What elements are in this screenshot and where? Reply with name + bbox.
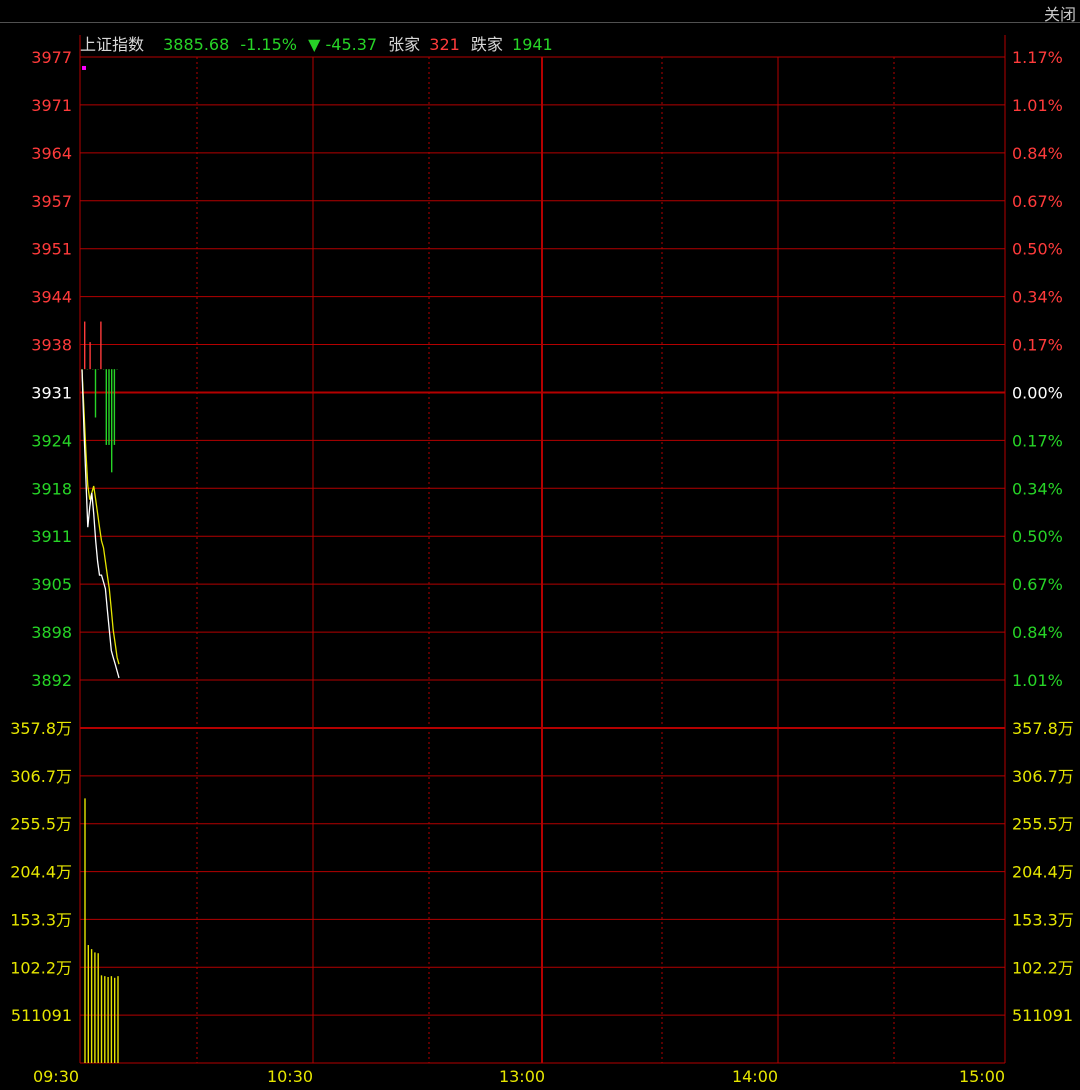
volume-tick-label-right: 102.2万: [1012, 958, 1074, 977]
intraday-chart: 3977 1.17% 3971 1.01% 3964 0.84% 3957 0.67% 3951…: [10, 35, 1074, 1086]
pct-tick-label: 1.01%: [1012, 96, 1063, 115]
volume-tick-label: 357.8万: [10, 719, 72, 738]
time-tick-label: 09:30: [33, 1067, 79, 1086]
volume-tick-label-right: 306.7万: [1012, 767, 1074, 786]
index-quote-header: 上证指数 3885.68 -1.15% ▼ -45.37 张家 321 跌家 1…: [80, 31, 559, 55]
price-tick-label: 3924: [31, 431, 72, 450]
pct-tick-label: 0.34%: [1012, 288, 1063, 307]
volume-tick-label: 153.3万: [10, 910, 72, 929]
volume-tick-label: 204.4万: [10, 863, 72, 882]
time-tick-label: 10:30: [267, 1067, 313, 1086]
volume-tick-label-right: 357.8万: [1012, 719, 1074, 738]
volume-tick-label: 255.5万: [10, 815, 72, 834]
pct-tick-label: 0.50%: [1012, 240, 1063, 259]
up-count-label: 张家: [388, 35, 421, 54]
index-change: -45.37: [325, 35, 378, 54]
price-tick-label: 3911: [31, 527, 72, 546]
volume-tick-label-right: 204.4万: [1012, 863, 1074, 882]
price-tick-label: 3918: [31, 479, 72, 498]
price-tick-label: 3931: [31, 383, 72, 402]
pct-tick-label: 0.34%: [1012, 479, 1063, 498]
pct-tick-label: 0.84%: [1012, 144, 1063, 163]
pct-tick-label: 0.50%: [1012, 527, 1063, 546]
pct-tick-label: 0.17%: [1012, 431, 1063, 450]
close-button[interactable]: 关闭: [1044, 1, 1076, 25]
pct-tick-label: 0.00%: [1012, 383, 1063, 402]
price-tick-label: 3938: [31, 336, 72, 355]
up-count: 321: [429, 35, 460, 54]
volume-tick-label-right: 255.5万: [1012, 815, 1074, 834]
time-tick-label: 15:00: [959, 1067, 1005, 1086]
volume-tick-label: 511091: [11, 1006, 72, 1025]
volume-tick-label-right: 511091: [1012, 1006, 1073, 1025]
volume-tick-label: 102.2万: [10, 958, 72, 977]
pct-tick-label: 1.17%: [1012, 48, 1063, 67]
down-count-label: 跌家: [470, 35, 503, 54]
time-tick-label: 14:00: [732, 1067, 778, 1086]
pct-tick-label: 0.84%: [1012, 623, 1063, 642]
pct-tick-label: 0.67%: [1012, 192, 1063, 211]
price-tick-label: 3944: [31, 288, 72, 307]
down-count: 1941: [512, 35, 553, 54]
price-tick-label: 3898: [31, 623, 72, 642]
volume-tick-label-right: 153.3万: [1012, 910, 1074, 929]
time-tick-label: 13:00: [499, 1067, 545, 1086]
pct-tick-label: 0.17%: [1012, 336, 1063, 355]
price-tick-label: 3964: [31, 144, 72, 163]
top-divider: [0, 22, 1080, 23]
price-tick-label: 3905: [31, 575, 72, 594]
down-arrow-icon: ▼: [308, 35, 321, 54]
index-price: 3885.68: [163, 35, 230, 54]
index-change-pct: -1.15%: [240, 35, 297, 54]
volume-tick-label: 306.7万: [10, 767, 72, 786]
pct-tick-label: 1.01%: [1012, 671, 1063, 690]
price-tick-label: 3892: [31, 671, 72, 690]
price-tick-label: 3971: [31, 96, 72, 115]
index-name: 上证指数: [80, 35, 145, 54]
price-tick-label: 3977: [31, 48, 72, 67]
open-marker: [82, 65, 86, 70]
price-tick-label: 3957: [31, 192, 72, 211]
pct-tick-label: 0.67%: [1012, 575, 1063, 594]
price-tick-label: 3951: [31, 240, 72, 259]
